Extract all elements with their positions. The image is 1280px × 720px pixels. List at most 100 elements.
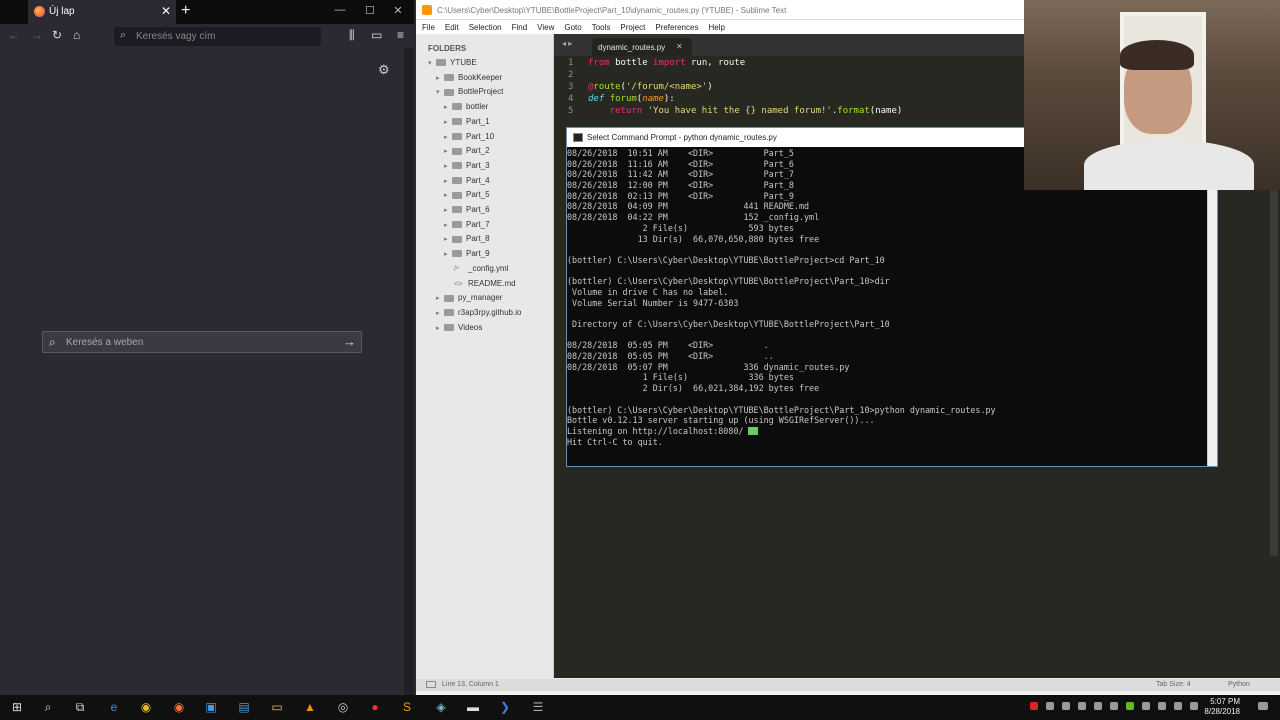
folder-item[interactable]: ▸ py_manager	[436, 293, 502, 302]
folder-item[interactable]: ▸ Part_10	[444, 132, 494, 141]
chevron-right-icon[interactable]: ▸	[444, 162, 452, 170]
vlc-icon[interactable]: ▲	[303, 700, 317, 714]
network-app-icon[interactable]: ◈	[434, 700, 448, 714]
status-tab-size[interactable]: Tab Size: 4	[1156, 681, 1191, 688]
folder-item[interactable]: ▸ Part_9	[444, 249, 490, 258]
obs-icon[interactable]: ◎	[336, 700, 350, 714]
task-view-icon[interactable]: ⧉	[73, 700, 87, 714]
folder-item[interactable]: ▸ bottler	[444, 102, 488, 111]
chevron-right-icon[interactable]: ▸	[444, 221, 452, 229]
close-tab-icon[interactable]: ✕	[676, 42, 683, 51]
save-icon[interactable]: ▤	[237, 700, 251, 714]
folder-item[interactable]: ▾ YTUBE	[428, 58, 477, 67]
tray-icon[interactable]	[1062, 702, 1070, 710]
windows-start-icon[interactable]: ⊞	[10, 700, 24, 714]
panel-icon[interactable]	[426, 681, 436, 688]
edge-icon[interactable]: e	[107, 700, 121, 714]
close-window-button[interactable]: ✕	[388, 4, 408, 17]
menu-item-project[interactable]: Project	[620, 23, 645, 32]
home-icon[interactable]: ⌂	[73, 28, 80, 42]
cmd-taskbar-icon[interactable]: ▬	[466, 700, 480, 714]
search-icon[interactable]: ⌕	[41, 700, 55, 714]
chevron-right-icon[interactable]: ▸	[444, 235, 452, 243]
chevron-right-icon[interactable]: ▸	[444, 133, 452, 141]
library-icon[interactable]: ⫼	[349, 28, 355, 43]
chevron-right-icon[interactable]: ▸	[444, 250, 452, 258]
forward-icon[interactable]: →	[31, 28, 43, 42]
tray-icon[interactable]	[1046, 702, 1054, 710]
new-tab-button[interactable]: +	[181, 2, 190, 20]
menu-item-file[interactable]: File	[422, 23, 435, 32]
scrollbar[interactable]	[1207, 188, 1217, 466]
cloud-icon[interactable]	[1110, 702, 1118, 710]
chevron-right-icon[interactable]: ▸	[436, 74, 444, 82]
folder-item[interactable]: ▸ BookKeeper	[436, 73, 502, 82]
url-bar[interactable]: ⌕ Keresés vagy cím	[114, 27, 321, 46]
cmd-output[interactable]: 08/26/2018 10:51 AM <DIR> Part_5 08/26/20…	[567, 148, 1207, 466]
chrome-icon[interactable]: ◉	[139, 700, 153, 714]
folder-item[interactable]: ▸ Part_5	[444, 190, 490, 199]
folder-item[interactable]: ▸ Part_1	[444, 117, 490, 126]
record-tray-icon[interactable]	[1030, 702, 1038, 710]
folder-item[interactable]: ▾ BottleProject	[436, 87, 503, 96]
database-icon[interactable]: ☰	[531, 700, 545, 714]
folder-item[interactable]: ▸ Part_4	[444, 176, 490, 185]
web-search-input[interactable]: ⌕ Keresés a weben →	[42, 331, 362, 353]
file-item[interactable]: /* _config.yml	[444, 264, 508, 273]
chevron-right-icon[interactable]: ▸	[444, 103, 452, 111]
menu-item-selection[interactable]: Selection	[469, 23, 502, 32]
chevron-right-icon[interactable]: ▸	[444, 206, 452, 214]
folder-item[interactable]: ▸ r3ap3rpy.github.io	[436, 308, 521, 317]
chevron-right-icon[interactable]: ▸	[444, 177, 452, 185]
chevron-right-icon[interactable]: ▸	[436, 294, 444, 302]
menu-item-view[interactable]: View	[537, 23, 554, 32]
gear-icon[interactable]: ⚙	[378, 62, 390, 78]
back-icon[interactable]: ←	[8, 28, 20, 42]
chevron-right-icon[interactable]: ▸	[436, 324, 444, 332]
folder-item[interactable]: ▸ Part_3	[444, 161, 490, 170]
keyboard-icon[interactable]	[1174, 702, 1182, 710]
menu-item-find[interactable]: Find	[512, 23, 528, 32]
minimize-button[interactable]: —	[330, 4, 350, 16]
editor-tab[interactable]: dynamic_routes.py ✕	[592, 38, 692, 56]
notifications-icon[interactable]	[1258, 702, 1268, 710]
close-tab-icon[interactable]: ✕	[161, 4, 171, 18]
volume-icon[interactable]	[1190, 702, 1198, 710]
firefox-tab[interactable]: Új lap ✕	[28, 0, 176, 24]
record-icon[interactable]: ●	[368, 700, 382, 714]
menu-icon[interactable]: ≡	[397, 28, 404, 42]
tray-icon[interactable]	[1078, 702, 1086, 710]
tray-icon[interactable]	[1142, 702, 1150, 710]
menu-item-edit[interactable]: Edit	[445, 23, 459, 32]
file-item[interactable]: <> README.md	[444, 279, 516, 288]
folder-item[interactable]: ▸ Part_7	[444, 220, 490, 229]
sublime-taskbar-icon[interactable]: S	[400, 700, 414, 714]
folder-item[interactable]: ▸ Videos	[436, 323, 482, 332]
menu-item-tools[interactable]: Tools	[592, 23, 611, 32]
firefox-icon[interactable]: ◉	[172, 700, 186, 714]
scrollbar[interactable]	[404, 48, 414, 695]
chevron-right-icon[interactable]: ▸	[444, 191, 452, 199]
file-explorer-icon[interactable]: ▭	[270, 700, 284, 714]
chevron-right-icon[interactable]: ▸	[444, 147, 452, 155]
status-syntax[interactable]: Python	[1228, 681, 1250, 688]
clock[interactable]: 5:07 PM 8/28/2018	[1204, 697, 1240, 717]
menu-item-preferences[interactable]: Preferences	[655, 23, 698, 32]
chevron-right-icon[interactable]: ▸	[436, 309, 444, 317]
chevron-down-icon[interactable]: ▾	[436, 88, 444, 96]
menu-item-help[interactable]: Help	[708, 23, 724, 32]
folder-item[interactable]: ▸ Part_6	[444, 205, 490, 214]
chevron-down-icon[interactable]: ▾	[428, 59, 436, 67]
folder-item[interactable]: ▸ Part_2	[444, 146, 490, 155]
chevron-right-icon[interactable]: ▸	[444, 118, 452, 126]
maximize-button[interactable]: ☐	[360, 4, 380, 17]
network-icon[interactable]	[1158, 702, 1166, 710]
folder-item[interactable]: ▸ Part_8	[444, 234, 490, 243]
nvidia-icon[interactable]	[1126, 702, 1134, 710]
tab-nav-icon[interactable]: ◂ ▸	[562, 39, 572, 48]
store-icon[interactable]: ▣	[204, 700, 218, 714]
tray-icon[interactable]	[1094, 702, 1102, 710]
arrow-right-icon[interactable]: →	[343, 334, 356, 349]
reload-icon[interactable]: ↻	[52, 28, 62, 42]
powershell-icon[interactable]: ❯	[498, 700, 512, 714]
